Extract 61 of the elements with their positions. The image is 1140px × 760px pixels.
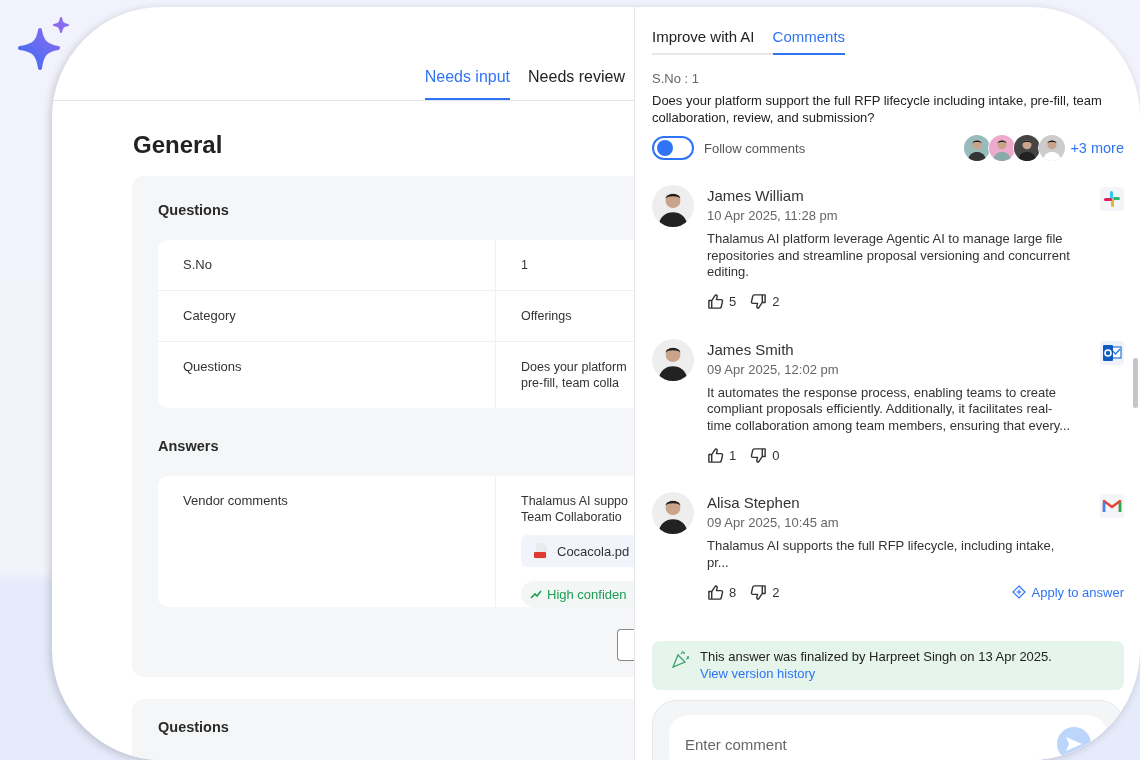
field-value: Team Collaboratio (521, 509, 623, 525)
more-followers-link[interactable]: +3 more (1070, 140, 1124, 156)
tab[interactable]: Improve with AI (652, 28, 755, 55)
field-value: Offerings (521, 308, 573, 324)
like-count: 1 (729, 447, 737, 463)
tab[interactable]: Needs review (528, 68, 625, 100)
author-name: Alisa Stephen (707, 494, 801, 511)
field-value: Thalamus AI suppo (521, 493, 629, 509)
diamond-plus-icon (1011, 585, 1026, 599)
apply-link[interactable]: Apply to answer (1011, 584, 1124, 600)
outline-button[interactable] (617, 629, 634, 661)
colored-bars-icon[interactable] (1100, 187, 1124, 211)
dislike-count: 2 (772, 294, 780, 309)
party-popper-icon (671, 649, 691, 669)
author-name: James William (707, 187, 805, 204)
field-value: 1 (521, 257, 529, 273)
thumbs-down-icon[interactable] (750, 446, 768, 464)
field-label: S.No (158, 240, 496, 290)
banner-text: This answer was finalized by Harpreet Singh on 13 Apr 2025. (700, 649, 1052, 666)
like-count: 8 (729, 584, 737, 600)
author-name: James Smith (707, 340, 795, 358)
trend-icon (530, 589, 542, 599)
sparkle-icon (18, 16, 70, 70)
field-label: Category (158, 291, 496, 341)
field-label: Questions (158, 342, 496, 408)
comment-text: Thalamus AI platform leverage Agentic AI to manage large file repositories and streamline proposal versioning and concurrent editing. (707, 231, 1071, 281)
field-value: pre-fill, team colla (521, 375, 620, 391)
like-count: 5 (729, 294, 737, 309)
comment-time: 09 Apr 2025, 10:45 am (707, 515, 840, 530)
mail-icon[interactable] (1100, 494, 1124, 518)
pdf-file-icon (533, 542, 549, 560)
version-history-link[interactable]: View version history (700, 665, 816, 681)
thumbs-down-icon[interactable] (750, 583, 768, 601)
field-value: Does your platform (521, 359, 628, 375)
toggle-label: Follow comments (704, 140, 806, 156)
comment-field[interactable]: Enter comment (669, 715, 1107, 760)
thumbs-up-icon[interactable] (707, 446, 724, 464)
field-label: Vendor comments (158, 476, 496, 607)
question-text: Does your platform support the full RFP lifecycle including intake, pre-fill, team collaboration, review, and submission? (652, 92, 1103, 126)
follow-toggle[interactable] (652, 136, 694, 160)
mail-icon[interactable] (1100, 340, 1124, 365)
confidence-badge: High confiden (521, 581, 634, 607)
section-heading: Questions (158, 202, 230, 220)
dislike-count: 0 (772, 447, 780, 463)
comment-time: 10 Apr 2025, 11:28 pm (707, 208, 839, 223)
thumbs-up-icon[interactable] (707, 583, 724, 601)
scrollbar[interactable] (1133, 358, 1138, 408)
file-chip[interactable]: Cocacola.pd (521, 535, 634, 567)
tab[interactable]: Comments (772, 28, 846, 55)
tab[interactable]: Needs input (424, 68, 511, 100)
section-heading: Questions (158, 719, 230, 737)
dislike-count: 2 (772, 584, 780, 600)
comment-text: Thalamus AI supports the full RFP lifecycle, including intake, pr... (707, 538, 1056, 571)
thumbs-up-icon[interactable] (707, 293, 724, 310)
comment-text: It automates the response process, enabling teams to create compliant proposals efficiently. Additionally, it facilitates real-time collaboration among team members, ensuring that every... (707, 384, 1072, 434)
comment-time: 09 Apr 2025, 12:02 pm (707, 361, 840, 377)
serial-number: S.No : 1 (652, 71, 700, 86)
section-heading: Answers (158, 438, 220, 456)
page-title: General (133, 130, 224, 160)
thumbs-down-icon[interactable] (750, 293, 768, 310)
send-icon (1065, 736, 1083, 752)
